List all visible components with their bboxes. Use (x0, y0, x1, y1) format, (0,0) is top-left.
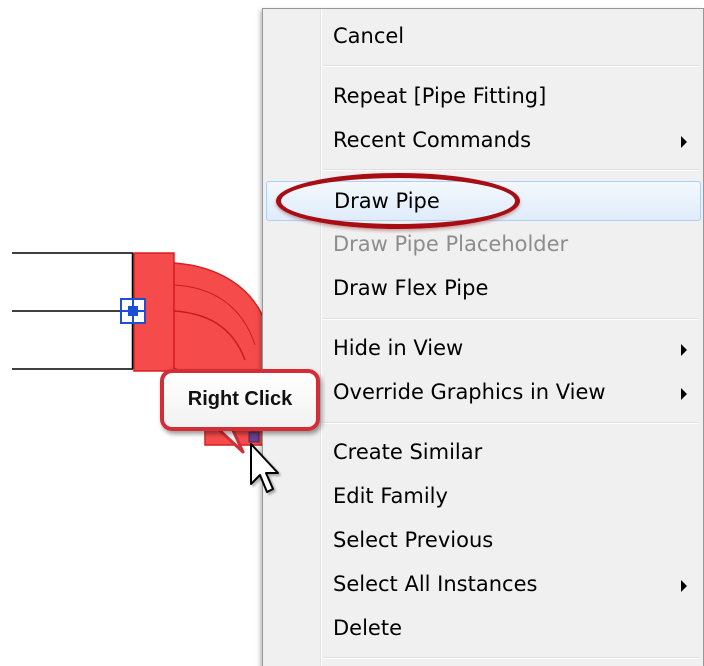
callout-label: Right Click (187, 388, 293, 410)
menu-separator (323, 65, 699, 67)
submenu-arrow-icon (681, 388, 687, 400)
menu-item-label: Hide in View (333, 336, 464, 360)
submenu-arrow-icon (681, 344, 687, 356)
menu-item-label: Create Similar (333, 440, 483, 464)
menu-item-override-graphics[interactable]: Override Graphics in View (266, 373, 701, 413)
menu-item-label: Recent Commands (333, 128, 532, 152)
menu-item-label: Draw Pipe Placeholder (333, 232, 569, 256)
menu-item-label: Draw Flex Pipe (333, 276, 489, 300)
screen: Cancel Repeat [Pipe Fitting] Recent Comm… (0, 0, 704, 666)
blue-square-grip-icon[interactable] (120, 298, 146, 324)
menu-item-label: Select All Instances (333, 572, 538, 596)
menu-item-recent-commands[interactable]: Recent Commands (266, 121, 701, 161)
menu-item-draw-pipe-placeholder: Draw Pipe Placeholder (266, 225, 701, 265)
menu-item-edit-family[interactable]: Edit Family (266, 477, 701, 517)
arrow-cursor-icon (250, 443, 279, 493)
menu-separator (323, 657, 699, 659)
menu-item-hide-in-view[interactable]: Hide in View (266, 329, 701, 369)
menu-item-label: Select Previous (333, 528, 494, 552)
menu-item-delete[interactable]: Delete (266, 609, 701, 649)
menu-item-label: Edit Family (333, 484, 448, 508)
highlight-ellipse (276, 173, 520, 229)
menu-item-draw-flex-pipe[interactable]: Draw Flex Pipe (266, 269, 701, 309)
pipe[interactable] (12, 252, 135, 370)
menu-separator (323, 169, 699, 171)
menu-item-cancel[interactable]: Cancel (266, 17, 701, 57)
menu-separator (323, 318, 699, 320)
context-menu: Cancel Repeat [Pipe Fitting] Recent Comm… (262, 8, 704, 666)
submenu-arrow-icon (681, 136, 687, 148)
menu-separator (323, 422, 699, 424)
menu-item-select-all-instances[interactable]: Select All Instances (266, 565, 701, 605)
menu-item-label: Cancel (333, 24, 405, 48)
menu-item-repeat[interactable]: Repeat [Pipe Fitting] (266, 77, 701, 117)
menu-item-create-similar[interactable]: Create Similar (266, 433, 701, 473)
menu-item-select-previous[interactable]: Select Previous (266, 521, 701, 561)
callout-bubble: Right Click (160, 369, 320, 431)
menu-item-label: Delete (333, 616, 402, 640)
menu-item-label: Override Graphics in View (333, 380, 606, 404)
submenu-arrow-icon (681, 580, 687, 592)
menu-item-label: Repeat [Pipe Fitting] (333, 84, 547, 108)
